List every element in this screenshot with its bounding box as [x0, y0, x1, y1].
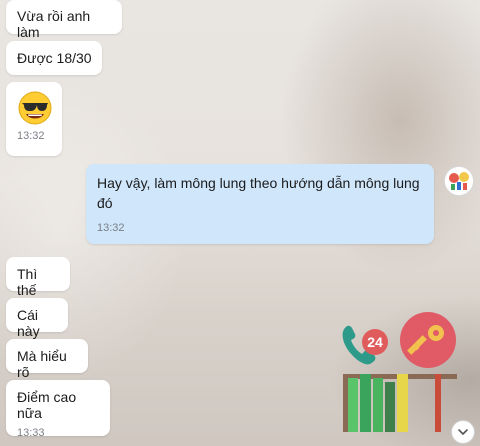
message-text-line1: Hay vậy, làm mông lung theo hướng dẫn mô…: [97, 175, 420, 191]
chevron-down-icon: [458, 429, 468, 435]
overlay-illustration: 24: [342, 312, 457, 432]
message-text: Điểm cao nữa: [17, 389, 77, 421]
bookshelf-icon: [343, 374, 457, 432]
message-text: Được 18/30: [17, 50, 92, 66]
message-time: 13:33: [17, 427, 45, 439]
message-time: 13:32: [17, 130, 45, 142]
message-text: Thì thế: [17, 266, 38, 298]
support-24-badge: 24: [362, 329, 388, 355]
message-text: Cái này: [17, 307, 40, 339]
message-time: 13:32: [97, 222, 125, 234]
incoming-message[interactable]: Thì thế: [6, 257, 70, 298]
user-avatar[interactable]: [444, 166, 474, 196]
incoming-message[interactable]: Được 18/30: [6, 41, 102, 75]
outgoing-message[interactable]: Hay vậy, làm mông lung theo hướng dẫn mô…: [86, 164, 434, 244]
scroll-to-bottom-button[interactable]: [451, 420, 475, 444]
incoming-message[interactable]: Mà hiểu rõ: [6, 339, 88, 380]
sticker-message[interactable]: 13:32: [6, 82, 62, 156]
incoming-message[interactable]: Điểm cao nữa 13:33: [6, 380, 110, 439]
incoming-message[interactable]: Cái này: [6, 298, 68, 339]
badge-number: 24: [367, 334, 383, 350]
key-icon: [400, 312, 456, 368]
avatar-image: [445, 167, 473, 195]
sunglasses-emoji-sticker: [18, 91, 52, 125]
incoming-message[interactable]: Vừa rồi anh làm: [6, 0, 122, 40]
message-text-line2: đó: [97, 195, 113, 211]
